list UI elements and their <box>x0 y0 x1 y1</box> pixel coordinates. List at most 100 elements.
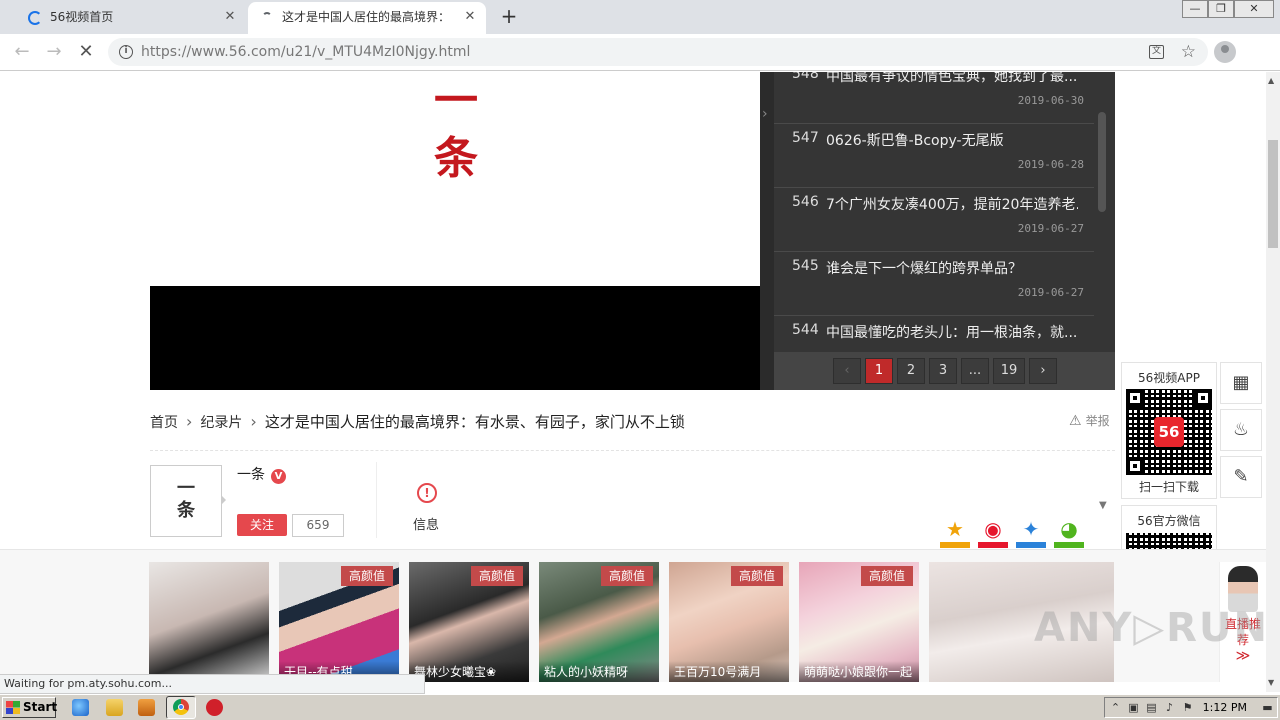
info-icon[interactable]: ! <box>417 483 437 503</box>
scrollbar-thumb[interactable] <box>1268 140 1278 248</box>
tab-video-page[interactable]: 这才是中国人居住的最高境界：有水景 ✕ <box>248 2 486 34</box>
ie-icon[interactable] <box>72 699 89 716</box>
chevron-right-icon: › <box>762 106 768 122</box>
avatar-char-1: 一 <box>177 478 195 499</box>
lightbulb-icon[interactable]: ♨ <box>1220 409 1262 451</box>
card-caption: 萌萌哒小娘跟你一起 <box>799 661 919 682</box>
breadcrumb-home-link[interactable]: 首页 <box>150 415 178 431</box>
next-page-button[interactable]: › <box>1029 358 1057 384</box>
wechat-share-button[interactable]: ◕ <box>1054 516 1084 550</box>
back-arrow-icon[interactable]: ← <box>10 40 34 64</box>
item-title: 谁会是下一个爆红的跨界单品？ <box>826 261 1022 277</box>
item-title: 中国最懂吃的老头儿：用一根油条，就... <box>826 325 1078 341</box>
page-ellipsis[interactable]: ... <box>961 358 989 384</box>
wechat-icon: ◕ <box>1060 517 1078 541</box>
video-player[interactable]: 一条 <box>150 72 760 390</box>
item-date: 2019-06-27 <box>1017 286 1084 299</box>
feedback-icon[interactable]: ✎ <box>1220 456 1262 498</box>
video-logo: 一条 <box>430 72 482 188</box>
action-center-icon[interactable]: ▤ <box>1145 701 1158 714</box>
tab-56-home[interactable]: 56视频首页 ✕ <box>8 2 246 34</box>
chrome-taskbar-button[interactable] <box>166 696 196 719</box>
scroll-down-arrow-icon[interactable]: ▼ <box>1268 678 1274 687</box>
page-3-button[interactable]: 3 <box>929 358 957 384</box>
opera-icon[interactable] <box>206 699 223 716</box>
tab-close-icon[interactable]: ✕ <box>462 2 478 32</box>
playlist-item[interactable]: 546 7个广州女友凑400万，提前20年造养老... 2019-06-27 <box>774 188 1094 252</box>
hot-tag: 高颜值 <box>340 566 393 586</box>
item-title: 0626-斯巴鲁-Bcopy-无尾版 <box>826 133 1004 149</box>
address-bar[interactable]: i https://www.56.com/u21/v_MTU4MzI0Njgy.… <box>108 38 1208 66</box>
playlist-scrollbar[interactable] <box>1098 112 1106 212</box>
minimize-button[interactable]: — <box>1182 0 1208 18</box>
report-button[interactable]: ⚠ 举报 <box>1069 412 1110 429</box>
site-info-icon[interactable]: i <box>119 45 133 59</box>
item-number: 548 <box>792 72 819 82</box>
item-number: 546 <box>792 194 819 210</box>
qrcode-icon[interactable]: ▦ <box>1220 362 1262 404</box>
follower-count: 659 <box>292 514 344 537</box>
profile-avatar-icon[interactable] <box>1214 41 1236 63</box>
recommendation-card[interactable]: 高颜值 王百万10号满月 <box>669 562 789 682</box>
tab-title: 这才是中国人居住的最高境界：有水景 <box>282 10 450 24</box>
scroll-up-arrow-icon[interactable]: ▲ <box>1268 76 1274 85</box>
playlist-item[interactable]: 548 中国最有争议的情色宝典，她找到了最... 2019-06-30 <box>774 72 1094 124</box>
recommendation-card[interactable]: 高颜值 萌萌哒小娘跟你一起 <box>799 562 919 682</box>
playlist-item[interactable]: 547 0626-斯巴鲁-Bcopy-无尾版 2019-06-28 <box>774 124 1094 188</box>
favorite-button[interactable]: ★ <box>940 516 970 550</box>
network-icon[interactable]: ▣ <box>1127 701 1140 714</box>
show-desktop-icon[interactable]: ▬ <box>1261 701 1274 714</box>
card-caption: 舞林少女曦宝❀ <box>409 661 529 682</box>
restore-button[interactable]: ❐ <box>1208 0 1234 18</box>
weibo-share-button[interactable]: ◉ <box>978 516 1008 550</box>
avatar-char-2: 条 <box>177 500 195 521</box>
logo-56-icon: 56 <box>1154 417 1184 447</box>
caret-down-icon[interactable]: ▼ <box>1099 500 1107 511</box>
logo-char-2: 条 <box>434 133 478 184</box>
system-tray: ⌃ ▣ ▤ ♪ ⚑ 1:12 PM ▬ <box>1104 697 1278 718</box>
recommendation-card[interactable] <box>149 562 269 682</box>
anyrun-watermark: ANY▷RUN <box>1034 605 1269 651</box>
verified-badge-icon: V <box>271 469 286 484</box>
recommendation-card[interactable]: 高颜值 舞林少女曦宝❀ <box>409 562 529 682</box>
page-scrollbar[interactable]: ▲ ▼ <box>1266 72 1280 692</box>
translate-icon[interactable]: 文 <box>1149 45 1164 59</box>
start-label: Start <box>23 700 58 714</box>
page-2-button[interactable]: 2 <box>897 358 925 384</box>
stop-loading-icon[interactable]: ✕ <box>74 40 98 64</box>
author-avatar[interactable]: 一条 <box>150 465 222 537</box>
playlist-toggle[interactable]: › <box>760 72 774 390</box>
breadcrumb-category-link[interactable]: 纪录片 <box>200 415 242 431</box>
recommendation-card[interactable]: 高颜值 干目--有点甜 <box>279 562 399 682</box>
favorite-icon: ★ <box>946 517 964 541</box>
volume-icon[interactable]: ♪ <box>1163 701 1176 714</box>
qr-corner <box>1126 457 1144 475</box>
bookmark-star-icon[interactable]: ☆ <box>1181 42 1196 62</box>
tab-title: 56视频首页 <box>50 10 114 24</box>
recommendation-card[interactable]: 高颜值 粘人的小妖精呀 <box>539 562 659 682</box>
info-label[interactable]: 信息 <box>413 514 439 533</box>
forward-arrow-icon[interactable]: → <box>42 40 66 64</box>
windows-logo-icon <box>6 701 20 714</box>
page-19-button[interactable]: 19 <box>993 358 1025 384</box>
author-name[interactable]: 一条 V <box>237 464 286 484</box>
media-player-icon[interactable] <box>138 699 155 716</box>
weibo-icon: ◉ <box>984 517 1002 541</box>
qr-corner <box>1126 389 1144 407</box>
close-window-button[interactable]: ✕ <box>1234 0 1274 18</box>
page-1-button[interactable]: 1 <box>865 358 893 384</box>
new-tab-button[interactable]: + <box>498 5 520 27</box>
weibo-bar <box>978 542 1008 548</box>
status-bar: Waiting for pm.aty.sohu.com... <box>0 674 425 694</box>
playlist-item[interactable]: 545 谁会是下一个爆红的跨界单品？ 2019-06-27 <box>774 252 1094 316</box>
follow-button[interactable]: 关注 <box>237 514 287 536</box>
prev-page-button[interactable]: ‹ <box>833 358 861 384</box>
flag-icon[interactable]: ⚑ <box>1181 701 1194 714</box>
folder-icon[interactable] <box>106 699 123 716</box>
url-text[interactable]: https://www.56.com/u21/v_MTU4MzI0Njgy.ht… <box>141 38 470 66</box>
tray-expand-icon[interactable]: ⌃ <box>1109 701 1122 714</box>
clock[interactable]: 1:12 PM <box>1203 698 1247 717</box>
qzone-share-button[interactable]: ✦ <box>1016 516 1046 550</box>
tab-close-icon[interactable]: ✕ <box>222 2 238 32</box>
start-button[interactable]: Start <box>2 697 58 718</box>
